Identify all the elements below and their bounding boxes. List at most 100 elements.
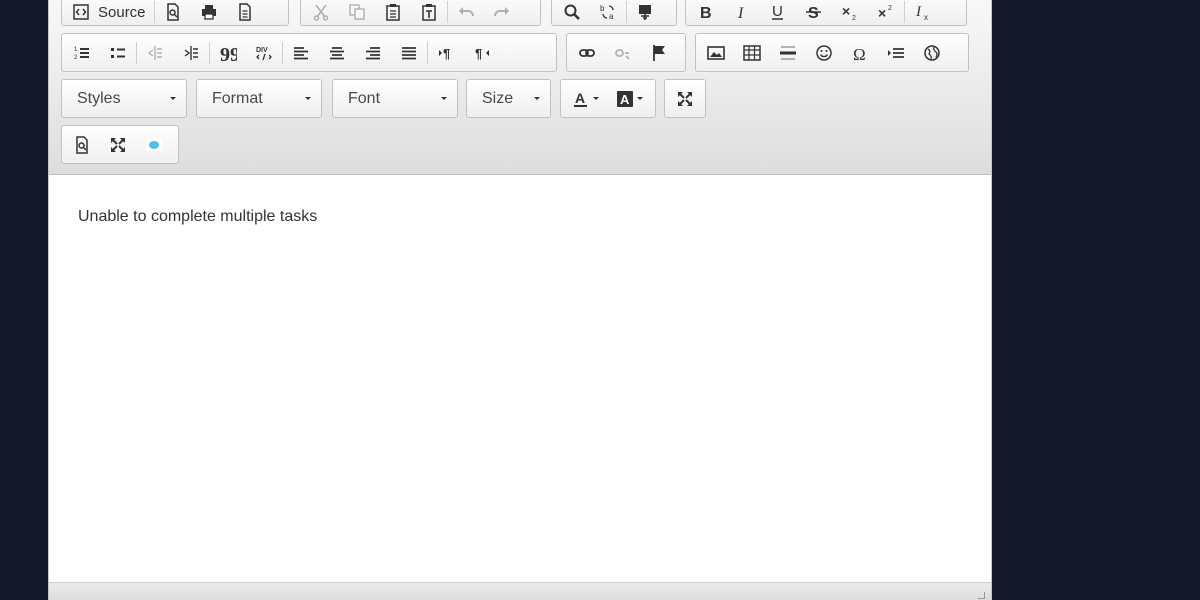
bulleted-list-icon xyxy=(111,47,125,58)
format-dropdown[interactable]: Format xyxy=(196,79,322,118)
smiley-button[interactable] xyxy=(806,38,842,68)
copy-button[interactable] xyxy=(339,0,375,27)
spellcheck-button[interactable] xyxy=(627,0,663,27)
font-dropdown[interactable]: Font xyxy=(332,79,458,118)
background-color-button[interactable]: A xyxy=(607,84,651,114)
paste-icon xyxy=(386,4,400,21)
superscript-button[interactable]: × 2 xyxy=(868,0,904,27)
decrease-indent-icon xyxy=(147,45,162,60)
toolbar-group-editing: ba xyxy=(551,0,677,26)
maximize-button[interactable] xyxy=(100,130,136,160)
justify-button[interactable] xyxy=(391,38,427,68)
increase-indent-button[interactable] xyxy=(173,38,209,68)
justify-icon xyxy=(402,46,416,59)
remove-format-icon: Ix xyxy=(915,4,928,21)
italic-icon: I xyxy=(737,5,744,21)
div-container-button[interactable]: DIV xyxy=(246,38,282,68)
special-char-button[interactable]: Ω xyxy=(842,38,878,68)
numbered-list-icon: 12 xyxy=(74,47,89,61)
unlink-button[interactable] xyxy=(605,38,641,68)
chevron-down-icon xyxy=(441,97,447,100)
numbered-list-button[interactable]: 12 xyxy=(64,38,100,68)
svg-text:2: 2 xyxy=(852,15,856,21)
toolbar-group-paragraph: 12 99 DIV xyxy=(61,33,557,72)
horizontal-line-icon xyxy=(780,45,796,60)
horizontal-line-button[interactable] xyxy=(770,38,806,68)
resize-handle[interactable] xyxy=(978,592,985,599)
copy-icon xyxy=(349,4,365,20)
align-left-icon xyxy=(294,46,308,59)
italic-button[interactable]: I xyxy=(724,0,760,27)
find-button[interactable] xyxy=(554,0,590,27)
svg-text:1: 1 xyxy=(74,47,78,53)
maximize-button[interactable] xyxy=(667,84,703,114)
iframe-button[interactable] xyxy=(914,38,950,68)
bulleted-list-button[interactable] xyxy=(100,38,136,68)
smiley-icon xyxy=(816,44,832,61)
underline-button[interactable]: U xyxy=(760,0,796,27)
chevron-down-icon xyxy=(305,97,311,100)
toolbar-group-clipboard xyxy=(300,0,541,26)
link-button[interactable] xyxy=(569,38,605,68)
svg-text:B: B xyxy=(700,5,712,21)
paste-text-button[interactable] xyxy=(411,0,447,27)
size-dropdown[interactable]: Size xyxy=(466,79,551,118)
svg-text:U: U xyxy=(772,3,783,20)
preview-icon xyxy=(76,135,88,154)
align-left-button[interactable] xyxy=(283,38,319,68)
widget-button[interactable] xyxy=(136,130,172,160)
cut-button[interactable] xyxy=(303,0,339,27)
svg-text:b: b xyxy=(600,4,605,13)
underline-icon: U xyxy=(772,3,783,20)
svg-text:99: 99 xyxy=(220,44,237,62)
remove-format-button[interactable]: Ix xyxy=(905,0,941,27)
svg-text:¶: ¶ xyxy=(443,46,450,61)
bold-icon: B xyxy=(700,5,712,21)
ltr-button[interactable]: ¶ xyxy=(428,38,464,68)
paste-text-icon xyxy=(422,4,436,21)
svg-text:2: 2 xyxy=(74,55,78,61)
font-dropdown-label: Font xyxy=(348,89,381,107)
rtl-button[interactable]: ¶ xyxy=(464,38,500,68)
strikethrough-icon: S xyxy=(806,5,821,21)
blockquote-button[interactable]: 99 xyxy=(210,38,246,68)
align-center-button[interactable] xyxy=(319,38,355,68)
styles-dropdown[interactable]: Styles xyxy=(61,79,187,118)
print-button[interactable] xyxy=(191,0,227,27)
svg-text:A: A xyxy=(575,90,585,106)
link-icon xyxy=(579,48,595,57)
source-button[interactable]: Source xyxy=(64,0,154,27)
format-dropdown-label: Format xyxy=(212,89,263,107)
iframe-icon xyxy=(924,44,940,61)
replace-button[interactable]: ba xyxy=(590,0,626,27)
bold-button[interactable]: B xyxy=(688,0,724,27)
align-center-icon xyxy=(330,46,344,59)
page-break-button[interactable] xyxy=(878,38,914,68)
svg-text:2: 2 xyxy=(888,5,892,12)
text-color-button[interactable]: A xyxy=(563,84,607,114)
find-icon xyxy=(564,4,580,20)
editor-content-area[interactable]: Unable to complete multiple tasks xyxy=(49,175,991,582)
strikethrough-button[interactable]: S xyxy=(796,0,832,27)
undo-button[interactable] xyxy=(448,0,484,27)
subscript-icon: × 2 xyxy=(842,3,856,21)
anchor-button[interactable] xyxy=(641,38,677,68)
table-button[interactable] xyxy=(734,38,770,68)
editor-footer xyxy=(49,582,991,600)
rtl-icon: ¶ xyxy=(475,46,489,61)
redo-button[interactable] xyxy=(484,0,520,27)
paste-button[interactable] xyxy=(375,0,411,27)
source-label: Source xyxy=(98,3,146,21)
preview-button[interactable] xyxy=(64,130,100,160)
image-button[interactable] xyxy=(698,38,734,68)
subscript-button[interactable]: × 2 xyxy=(832,0,868,27)
replace-icon: ba xyxy=(600,4,614,21)
size-dropdown-label: Size xyxy=(482,89,514,107)
styles-dropdown-label: Styles xyxy=(77,89,121,107)
svg-text:I: I xyxy=(915,4,922,20)
svg-text:Ω: Ω xyxy=(853,45,866,62)
align-right-button[interactable] xyxy=(355,38,391,68)
templates-button[interactable] xyxy=(227,0,263,27)
preview-button[interactable] xyxy=(155,0,191,27)
decrease-indent-button[interactable] xyxy=(137,38,173,68)
